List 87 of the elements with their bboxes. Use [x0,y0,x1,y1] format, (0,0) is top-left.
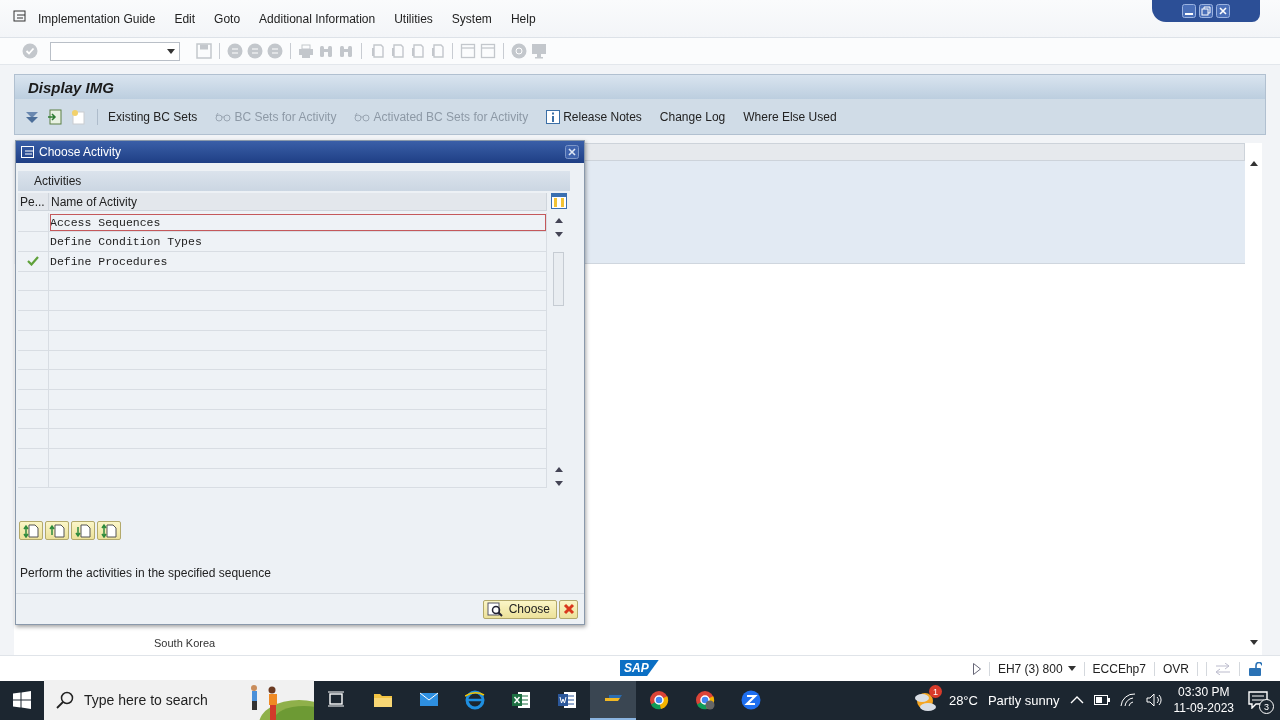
caret-icon [167,48,175,54]
task-view-icon[interactable] [327,690,347,710]
toolbar-button[interactable]: Where Else Used [743,109,837,124]
scroll-up-icon[interactable] [554,467,563,472]
table-cell[interactable]: Define Procedures [49,252,547,272]
volume-icon[interactable] [1145,693,1164,707]
toolbar-button[interactable]: Change Log [659,109,726,124]
input-mode[interactable]: OVR [1163,661,1189,676]
menu-item[interactable]: Additional Information [259,11,376,26]
system-info[interactable]: EH7 (3) 800 [997,661,1063,676]
chrome-icon[interactable] [649,690,669,710]
menu-item[interactable]: Utilities [394,11,433,26]
column-settings-icon[interactable] [550,193,567,209]
new-document-icon [71,108,85,125]
page-arrow-icon [49,523,65,538]
command-field[interactable] [50,41,180,61]
cancel-button[interactable] [559,599,578,619]
info-icon [546,109,561,124]
document-icon[interactable] [47,108,63,125]
transfer-icon [1215,662,1231,675]
choose-button[interactable]: Choose [482,599,557,619]
search-box[interactable]: Type here to search [44,680,314,720]
search-field[interactable]: Type here to search [84,692,220,708]
expand-icon[interactable] [25,109,39,124]
move-up-button[interactable] [45,521,69,540]
chat-app-icon[interactable] [741,690,761,710]
scrollbar[interactable] [1245,143,1262,655]
window-icon [21,146,35,158]
spreadsheet-icon[interactable] [511,690,531,710]
table-cell[interactable]: Access Sequences [49,212,547,233]
menu-item[interactable]: Edit [174,11,196,26]
word-processor-icon[interactable] [557,690,577,710]
scroll-down-icon[interactable] [554,232,563,237]
play-icon[interactable] [972,662,981,675]
notification-count: 3 [1259,699,1274,714]
page-arrow-icon [75,523,91,538]
windows-icon[interactable] [13,691,31,709]
menu-item[interactable]: Goto [214,11,241,26]
notification-badge: 1 [928,685,942,698]
close-icon [562,603,575,615]
menu-item[interactable]: System [451,11,492,26]
toolbar-button[interactable]: Release Notes [546,109,642,124]
chevron-up-icon[interactable] [1069,696,1084,704]
lock-icon[interactable] [1248,661,1262,676]
scroll-down-icon[interactable] [1249,640,1258,645]
restore-icon[interactable] [1199,4,1213,18]
tree-item[interactable]: South Korea [154,637,1245,649]
clock-date[interactable]: 11-09-2023 [1173,700,1234,716]
search-icon [56,691,74,709]
close-icon[interactable] [1216,4,1230,18]
page-arrow-icon [101,523,117,538]
section-header: Activities [18,171,570,191]
wifi-icon[interactable] [1119,693,1136,707]
minimize-icon[interactable] [1182,4,1196,18]
menu-item[interactable]: Implementation Guide [38,11,156,26]
clock-time[interactable]: 03:30 PM [1178,684,1230,700]
move-down-button[interactable] [71,521,95,540]
dialog-title: Choose Activity [39,145,122,159]
scroll-up-icon[interactable] [554,218,563,223]
move-to-top-button[interactable] [19,521,43,540]
server-name: ECCEhp7 [1092,661,1146,676]
scroll-down-icon[interactable] [554,481,563,486]
column-header[interactable]: Pe... [18,193,49,211]
chrome-profile-icon[interactable] [695,690,715,710]
move-to-bottom-button[interactable] [97,521,121,540]
glasses-icon [354,111,371,122]
menu-item[interactable]: Help [510,11,536,26]
page-arrow-icon [23,523,39,538]
column-header[interactable]: Name of Activity [49,193,547,211]
scrollbar-thumb[interactable] [553,252,564,306]
sap-logo: SAP [620,660,659,676]
glasses-icon [215,111,232,122]
notifications-icon[interactable] [1248,691,1268,709]
screen-title: Display IMG [14,74,1266,99]
scroll-up-icon[interactable] [1249,161,1258,166]
table-cell[interactable]: Define Condition Types [49,232,547,253]
browser-icon[interactable] [465,690,485,710]
menu-icon[interactable] [13,9,26,22]
caret-icon[interactable] [1067,666,1076,671]
checkmark-icon [27,256,39,267]
search-icon [486,601,503,617]
instruction-text: Perform the activities in the specified sequence [20,566,272,580]
close-icon[interactable] [565,145,579,159]
temperature[interactable]: 28°C [948,692,978,708]
battery-icon[interactable] [1093,695,1110,705]
toolbar-button[interactable]: Existing BC Sets [108,109,198,124]
weather-condition[interactable]: Partly sunny [987,692,1060,708]
